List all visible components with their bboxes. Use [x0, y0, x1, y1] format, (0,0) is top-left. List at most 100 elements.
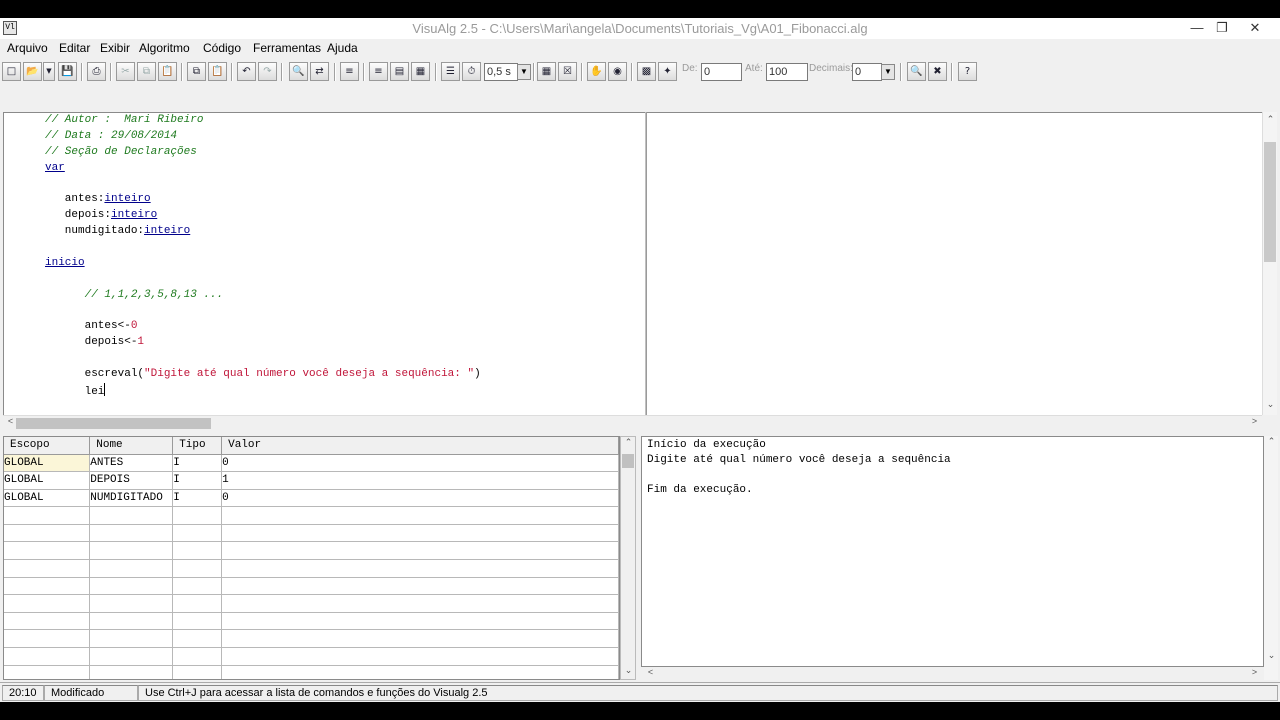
open-dropdown-icon[interactable]: ▼ — [43, 62, 55, 81]
scroll-thumb[interactable] — [1264, 142, 1276, 262]
cell-nome[interactable]: NUMDIGITADO — [89, 489, 174, 508]
table-row-empty[interactable] — [4, 594, 619, 613]
cell-escopo[interactable]: GLOBAL — [4, 471, 91, 490]
copy-all-icon[interactable]: ⧉ — [187, 62, 206, 81]
toolbar-separator — [900, 63, 902, 81]
text-caret — [104, 383, 106, 396]
decimais-select[interactable]: 0 — [852, 63, 882, 81]
output-console[interactable]: Início da execução Digite até qual númer… — [641, 436, 1264, 667]
paste-all-icon[interactable]: 📋 — [208, 62, 227, 81]
breakpoint-icon[interactable]: ▦ — [537, 62, 556, 81]
code-type-keyword: inteiro — [144, 225, 191, 237]
table-row[interactable]: GLOBAL DEPOIS I 1 — [4, 471, 619, 490]
scroll-up-icon[interactable]: ⌃ — [1264, 436, 1279, 447]
speed-dropdown-icon[interactable]: ▼ — [517, 64, 531, 80]
list-icon[interactable]: ≡ — [369, 62, 388, 81]
scroll-up-icon[interactable]: ⌃ — [621, 437, 636, 448]
table-row-empty[interactable] — [4, 541, 619, 561]
table-row[interactable]: GLOBAL ANTES I 0 — [4, 454, 619, 473]
timer-icon[interactable]: ⏱ — [462, 62, 481, 81]
column-header-valor[interactable]: Valor — [221, 437, 619, 455]
table-row-empty[interactable] — [4, 629, 619, 649]
column-header-tipo[interactable]: Tipo — [172, 437, 223, 455]
variables-grid[interactable]: Escopo Nome Tipo Valor GLOBAL ANTES I 0 … — [3, 436, 620, 680]
cell-valor[interactable]: 0 — [221, 489, 619, 508]
cell-escopo[interactable]: GLOBAL — [4, 489, 91, 508]
decimais-dropdown-icon[interactable]: ▼ — [881, 64, 895, 80]
cell-tipo[interactable]: I — [172, 489, 223, 508]
replace-icon[interactable]: ⇄ — [310, 62, 329, 81]
cell-valor[interactable]: 0 — [221, 454, 619, 473]
menu-arquivo[interactable]: Arquivo — [7, 41, 48, 55]
scroll-down-icon[interactable]: ⌄ — [621, 665, 636, 676]
scroll-right-icon[interactable]: > — [1247, 416, 1262, 426]
form-icon[interactable]: ▦ — [411, 62, 430, 81]
scroll-down-icon[interactable]: ⌄ — [1263, 399, 1278, 410]
paste-icon[interactable]: 📋 — [158, 62, 177, 81]
new-file-icon[interactable]: □ — [2, 62, 21, 81]
toolbar-separator — [533, 63, 535, 81]
save-icon[interactable]: 💾 — [58, 62, 77, 81]
step-icon[interactable]: ☰ — [441, 62, 460, 81]
close-button[interactable]: ✕ — [1240, 18, 1270, 39]
menu-exibir[interactable]: Exibir — [100, 41, 130, 55]
menu-ferramentas[interactable]: Ferramentas — [253, 41, 321, 55]
table-row[interactable]: GLOBAL NUMDIGITADO I 0 — [4, 489, 619, 508]
ate-input[interactable]: 100 — [766, 63, 808, 81]
scroll-right-icon[interactable]: > — [1247, 667, 1262, 677]
de-input[interactable]: 0 — [701, 63, 742, 81]
scroll-thumb[interactable] — [622, 454, 634, 468]
maximize-button[interactable]: ❐ — [1207, 18, 1237, 39]
redo-icon[interactable]: ↷ — [258, 62, 277, 81]
table-row-empty[interactable] — [4, 506, 619, 525]
table-row-empty[interactable] — [4, 647, 619, 666]
column-header-escopo[interactable]: Escopo — [4, 437, 91, 455]
editor-horizontal-scrollbar[interactable]: < > — [3, 415, 1262, 430]
hand-icon[interactable]: ✋ — [587, 62, 606, 81]
copy-icon[interactable]: ⧉ — [137, 62, 156, 81]
menu-ajuda[interactable]: Ajuda — [327, 41, 358, 55]
document-icon[interactable]: ▤ — [390, 62, 409, 81]
editor-vertical-scrollbar[interactable]: ⌃ ⌄ — [1262, 112, 1277, 415]
code-editor[interactable]: // Autor : Mari Ribeiro // Data : 29/08/… — [3, 112, 645, 415]
menu-editar[interactable]: Editar — [59, 41, 90, 55]
scroll-up-icon[interactable]: ⌃ — [1263, 114, 1278, 125]
menu-algoritmo[interactable]: Algoritmo — [139, 41, 190, 55]
menu-codigo[interactable]: Código — [203, 41, 241, 55]
tools-icon[interactable]: ✖ — [928, 62, 947, 81]
console-horizontal-scrollbar[interactable]: < > — [641, 667, 1264, 680]
column-header-nome[interactable]: Nome — [89, 437, 174, 455]
scroll-thumb[interactable] — [16, 418, 211, 429]
table-row-empty[interactable] — [4, 577, 619, 596]
help-icon[interactable]: ? — [958, 62, 977, 81]
code-line: antes:inteiro — [45, 192, 151, 207]
cell-nome[interactable]: ANTES — [89, 454, 174, 473]
cut-icon[interactable]: ✂ — [116, 62, 135, 81]
cell-tipo[interactable]: I — [172, 454, 223, 473]
print-icon[interactable]: ⎙ — [87, 62, 106, 81]
scroll-left-icon[interactable]: < — [643, 667, 658, 677]
console-icon[interactable]: ▩ — [637, 62, 656, 81]
clear-breakpoints-icon[interactable]: ☒ — [558, 62, 577, 81]
code-number: 1 — [137, 336, 145, 348]
stop-icon[interactable]: ◉ — [608, 62, 627, 81]
table-row-empty[interactable] — [4, 612, 619, 631]
cell-valor[interactable]: 1 — [221, 471, 619, 490]
speed-select[interactable]: 0,5 s — [484, 63, 518, 81]
cell-tipo[interactable]: I — [172, 471, 223, 490]
table-row-empty[interactable] — [4, 524, 619, 543]
scroll-down-icon[interactable]: ⌄ — [1264, 650, 1279, 661]
cell-nome[interactable]: DEPOIS — [89, 471, 174, 490]
table-row-empty[interactable] — [4, 559, 619, 578]
zoom-icon[interactable]: 🔍 — [907, 62, 926, 81]
find-icon[interactable]: 🔍 — [289, 62, 308, 81]
indent-icon[interactable]: ≡ — [340, 62, 359, 81]
undo-icon[interactable]: ↶ — [237, 62, 256, 81]
console-vertical-scrollbar[interactable]: ⌃ ⌄ — [1264, 436, 1278, 680]
open-folder-icon[interactable]: 📂 — [23, 62, 42, 81]
variables-scrollbar[interactable]: ⌃ ⌄ — [620, 436, 636, 680]
cell-escopo[interactable]: GLOBAL — [4, 454, 91, 473]
table-row-empty[interactable] — [4, 665, 619, 679]
window-title: VisuAlg 2.5 - C:\Users\Mari\angela\Docum… — [412, 21, 868, 36]
magic-wand-icon[interactable]: ✦ — [658, 62, 677, 81]
